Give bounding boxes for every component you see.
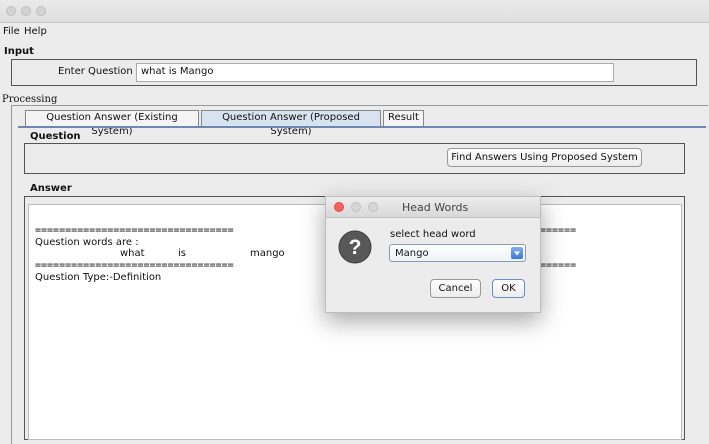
answer-separator-right: ====== [540, 260, 577, 271]
answer-separator-right: ====== [540, 225, 577, 236]
menu-bar: File Help [0, 23, 709, 40]
dialog-close-icon[interactable] [334, 202, 344, 212]
head-word-selected: Mango [395, 248, 429, 259]
tab-underline [18, 126, 706, 128]
dialog-zoom-icon [368, 202, 378, 212]
window-titlebar [0, 0, 709, 23]
answer-separator: ================================= [35, 225, 234, 236]
head-words-dialog: Head Words ? select head word Mango Canc… [325, 196, 541, 313]
input-group-label: Input [4, 46, 34, 57]
close-window-icon[interactable] [6, 6, 16, 16]
answer-word: what [120, 248, 145, 259]
head-word-select[interactable]: Mango [389, 244, 526, 262]
processing-label: Processing [2, 94, 58, 105]
answer-separator: ================================= [35, 260, 234, 271]
svg-text:?: ? [349, 236, 362, 259]
find-answers-button[interactable]: Find Answers Using Proposed System [447, 148, 642, 167]
cancel-button[interactable]: Cancel [430, 279, 481, 298]
dialog-minimize-icon [351, 202, 361, 212]
menu-help[interactable]: Help [24, 26, 47, 37]
menu-file[interactable]: File [3, 26, 20, 37]
tab-result[interactable]: Result [383, 110, 424, 126]
answer-word: mango [250, 248, 285, 259]
question-group-label: Question [30, 131, 81, 142]
dialog-prompt: select head word [390, 229, 476, 240]
chevron-down-icon[interactable] [511, 247, 523, 259]
answer-word: is [178, 248, 186, 259]
tab-existing-system[interactable]: Question Answer (Existing System) [25, 110, 199, 137]
minimize-window-icon[interactable] [21, 6, 31, 16]
question-input[interactable]: what is Mango [136, 63, 614, 82]
question-label: Enter Question [58, 66, 133, 77]
question-icon: ? [338, 230, 372, 264]
answer-words-header: Question words are : [35, 237, 139, 248]
ok-button[interactable]: OK [492, 279, 525, 298]
answer-question-type: Question Type:-Definition [35, 272, 162, 283]
answer-group-label: Answer [30, 183, 72, 194]
zoom-window-icon[interactable] [36, 6, 46, 16]
tab-proposed-system[interactable]: Question Answer (Proposed System) [201, 110, 381, 137]
dialog-title: Head Words [402, 201, 469, 214]
dialog-titlebar: Head Words [326, 197, 540, 218]
